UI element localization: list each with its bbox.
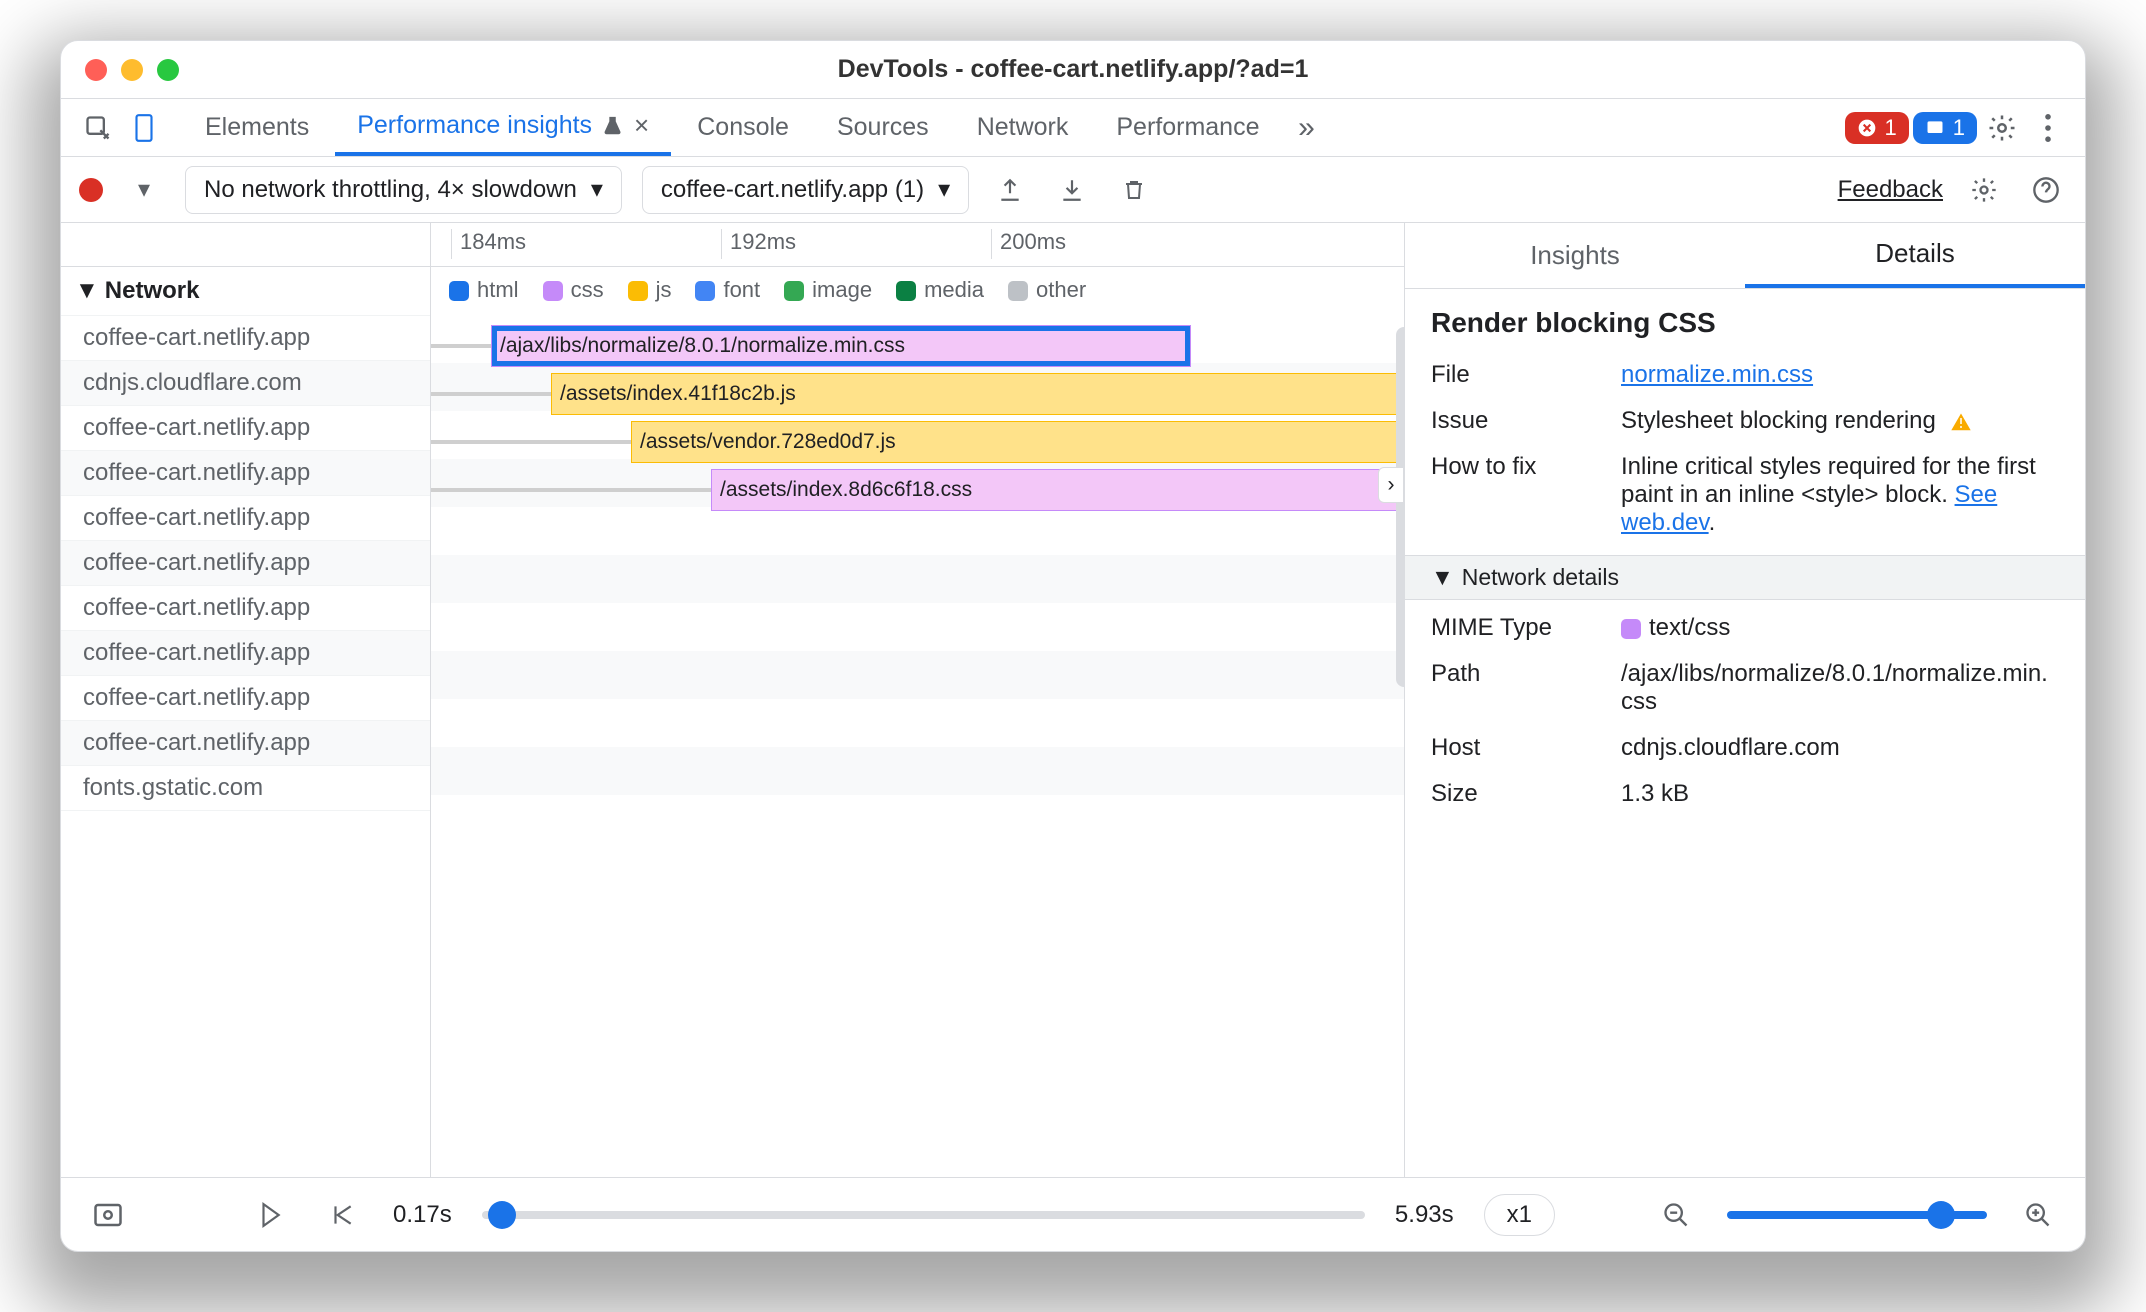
tick-label: 200ms: [991, 229, 1066, 259]
fix-label: How to fix: [1431, 453, 1611, 537]
path-label: Path: [1431, 660, 1611, 716]
window-title: DevTools - coffee-cart.netlify.app/?ad=1: [838, 55, 1309, 84]
errors-badge[interactable]: 1: [1845, 112, 1909, 144]
tab-network[interactable]: Network: [955, 99, 1091, 156]
import-icon[interactable]: [1051, 169, 1093, 211]
domain-row[interactable]: coffee-cart.netlify.app: [61, 676, 430, 721]
resource-bar[interactable]: /ajax/libs/normalize/8.0.1/normalize.min…: [491, 325, 1191, 367]
size-label: Size: [1431, 780, 1611, 808]
issue-label: Issue: [1431, 407, 1611, 435]
inspect-element-icon[interactable]: [77, 107, 119, 149]
legend-item: js: [628, 277, 672, 303]
zoom-out-icon[interactable]: [1655, 1194, 1697, 1236]
legend-item: html: [449, 277, 519, 303]
resource-bar[interactable]: /assets/index.8d6c6f18.css: [711, 469, 1404, 511]
fix-value: Inline critical styles required for the …: [1621, 453, 2059, 537]
timeline-ruler[interactable]: 184ms 192ms 200ms: [61, 223, 1404, 267]
time-start: 0.17s: [393, 1201, 452, 1229]
settings-icon[interactable]: [1981, 107, 2023, 149]
network-details-header[interactable]: ▼ Network details: [1405, 555, 2085, 600]
legend-item: font: [695, 277, 760, 303]
zoom-in-icon[interactable]: [2017, 1194, 2059, 1236]
issues-badge[interactable]: 1: [1913, 112, 1977, 144]
device-toolbar-icon[interactable]: [123, 107, 165, 149]
rewind-icon[interactable]: [321, 1194, 363, 1236]
details-panel: Insights Details Render blocking CSS Fil…: [1405, 223, 2085, 1177]
devtools-tabs: Elements Performance insights × Console …: [61, 99, 2085, 157]
tab-insights[interactable]: Insights: [1405, 223, 1745, 288]
delete-icon[interactable]: [1113, 169, 1155, 211]
legend-item: css: [543, 277, 604, 303]
flask-icon: [602, 114, 624, 138]
time-end: 5.93s: [1395, 1201, 1454, 1229]
host-value: cdnjs.cloudflare.com: [1621, 734, 2059, 762]
legend-item: image: [784, 277, 872, 303]
network-sidebar: ▼ Network coffee-cart.netlify.appcdnjs.c…: [61, 267, 431, 1177]
domain-row[interactable]: coffee-cart.netlify.app: [61, 496, 430, 541]
tab-details[interactable]: Details: [1745, 223, 2085, 288]
record-options-icon[interactable]: ▾: [123, 169, 165, 211]
mime-label: MIME Type: [1431, 614, 1611, 642]
screenshot-icon[interactable]: [87, 1194, 129, 1236]
domain-row[interactable]: coffee-cart.netlify.app: [61, 316, 430, 361]
export-icon[interactable]: [989, 169, 1031, 211]
domain-row[interactable]: coffee-cart.netlify.app: [61, 586, 430, 631]
help-icon[interactable]: [2025, 169, 2067, 211]
domain-row[interactable]: coffee-cart.netlify.app: [61, 406, 430, 451]
close-tab-icon[interactable]: ×: [634, 110, 649, 141]
kebab-menu-icon[interactable]: [2027, 107, 2069, 149]
window-controls: [85, 59, 179, 81]
legend-item: media: [896, 277, 984, 303]
path-value: /ajax/libs/normalize/8.0.1/normalize.min…: [1621, 660, 2059, 716]
issue-value: Stylesheet blocking rendering: [1621, 407, 2059, 435]
timeline-slider[interactable]: [482, 1211, 1365, 1219]
minimize-window-button[interactable]: [121, 59, 143, 81]
resource-bar[interactable]: /assets/vendor.728ed0d7.js: [631, 421, 1404, 463]
tick-label: 184ms: [451, 229, 526, 259]
legend-item: other: [1008, 277, 1086, 303]
more-tabs-icon[interactable]: »: [1286, 107, 1328, 149]
zoom-slider[interactable]: [1727, 1211, 1987, 1219]
feedback-link[interactable]: Feedback: [1838, 176, 1943, 204]
waterfall-track[interactable]: htmlcssjsfont image media other /ajax/libs/…: [431, 267, 1404, 1177]
playback-rate[interactable]: x1: [1484, 1194, 1555, 1236]
file-link[interactable]: normalize.min.css: [1621, 361, 1813, 388]
size-value: 1.3 kB: [1621, 780, 2059, 808]
tab-console[interactable]: Console: [675, 99, 811, 156]
mime-value: text/css: [1621, 614, 2059, 642]
target-select[interactable]: coffee-cart.netlify.app (1)▾: [642, 166, 969, 214]
tab-sources[interactable]: Sources: [815, 99, 951, 156]
record-button[interactable]: [79, 178, 103, 202]
domain-row[interactable]: coffee-cart.netlify.app: [61, 541, 430, 586]
details-heading: Render blocking CSS: [1431, 307, 2059, 339]
close-window-button[interactable]: [85, 59, 107, 81]
tab-performance[interactable]: Performance: [1094, 99, 1281, 156]
domain-row[interactable]: fonts.gstatic.com: [61, 766, 430, 811]
maximize-window-button[interactable]: [157, 59, 179, 81]
panel-settings-icon[interactable]: [1963, 169, 2005, 211]
domain-row[interactable]: coffee-cart.netlify.app: [61, 631, 430, 676]
resource-bar[interactable]: /assets/index.41f18c2b.js: [551, 373, 1404, 415]
domain-row[interactable]: coffee-cart.netlify.app: [61, 451, 430, 496]
bottom-toolbar: 0.17s 5.93s x1: [61, 1177, 2085, 1251]
domain-row[interactable]: coffee-cart.netlify.app: [61, 721, 430, 766]
tab-elements[interactable]: Elements: [183, 99, 331, 156]
file-label: File: [1431, 361, 1611, 389]
network-section-header[interactable]: ▼ Network: [61, 267, 430, 316]
tab-performance-insights[interactable]: Performance insights ×: [335, 99, 671, 156]
domain-row[interactable]: cdnjs.cloudflare.com: [61, 361, 430, 406]
host-label: Host: [1431, 734, 1611, 762]
warning-icon: [1949, 410, 1973, 434]
throttling-select[interactable]: No network throttling, 4× slowdown▾: [185, 166, 622, 214]
play-icon[interactable]: [249, 1194, 291, 1236]
tick-label: 192ms: [721, 229, 796, 259]
scrollbar[interactable]: [1396, 327, 1404, 687]
insights-toolbar: ▾ No network throttling, 4× slowdown▾ co…: [61, 157, 2085, 223]
expand-handle-icon[interactable]: ›: [1378, 467, 1404, 503]
resource-legend: htmlcssjsfont image media other: [431, 267, 1404, 313]
title-bar: DevTools - coffee-cart.netlify.app/?ad=1: [61, 41, 2085, 99]
